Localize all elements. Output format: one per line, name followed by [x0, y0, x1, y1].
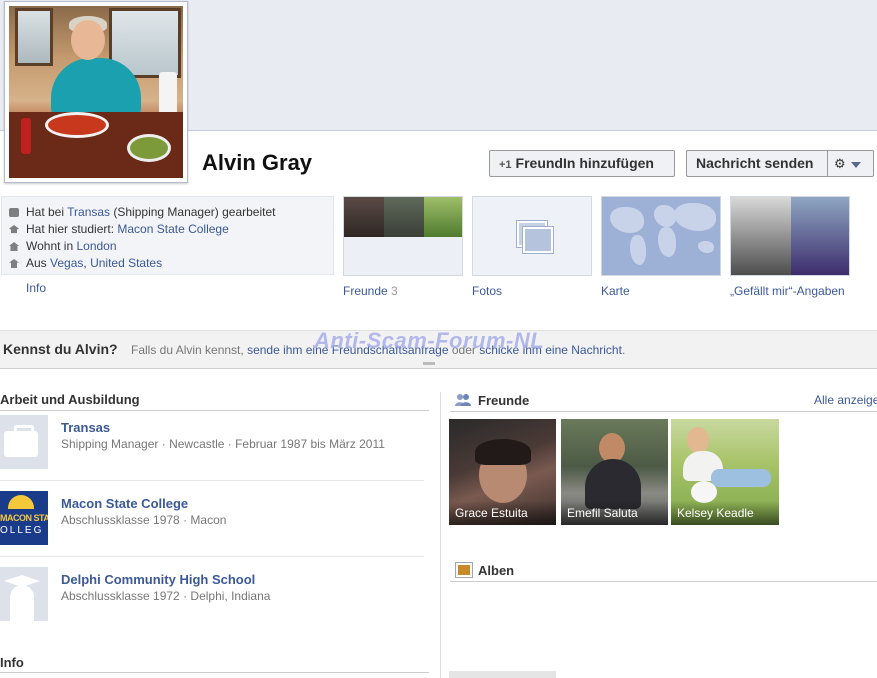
profile-name: Alvin Gray — [202, 150, 313, 175]
divider — [450, 581, 877, 582]
current-city-link[interactable]: London — [76, 239, 116, 253]
album-thumbnail[interactable] — [449, 671, 556, 678]
friend-thumbnail — [424, 197, 462, 237]
info-link[interactable]: Info — [26, 281, 46, 295]
profile-photo — [9, 6, 183, 178]
friends-tile[interactable] — [343, 196, 463, 276]
work-item-name[interactable]: Transas — [61, 420, 110, 435]
see-all-friends-link[interactable]: Alle anzeigen — [814, 393, 877, 407]
send-message-button[interactable]: Nachricht senden — [686, 150, 828, 177]
add-friend-label: FreundIn hinzufügen — [515, 155, 654, 171]
info-from: Aus Vegas, United States — [9, 255, 333, 272]
divider — [0, 410, 429, 411]
education-item-details: Abschlussklasse 1978 · Macon — [61, 513, 227, 527]
employer-link[interactable]: Transas — [67, 205, 110, 219]
info-study: Hat hier studiert: Macon State College — [9, 221, 333, 238]
friends-icon — [455, 394, 471, 406]
albums-icon — [456, 563, 472, 577]
add-friend-icon: +1 — [499, 159, 512, 171]
photo-stack-icon — [523, 227, 553, 253]
friend-thumbnail — [344, 197, 384, 237]
profile-picture[interactable] — [4, 1, 188, 183]
education-item-name[interactable]: Delphi Community High School — [61, 572, 255, 587]
graduation-cap-icon — [9, 225, 19, 234]
settings-dropdown-button[interactable]: ⚙ — [827, 150, 874, 177]
map-tile-label[interactable]: Karte — [601, 284, 630, 298]
school-link[interactable]: Macon State College — [117, 222, 228, 236]
friend-name[interactable]: Emefil Saluta — [561, 501, 668, 525]
gear-icon: ⚙ — [834, 156, 846, 171]
hometown-link[interactable]: Vegas — [50, 256, 83, 270]
photos-tile[interactable] — [472, 196, 592, 276]
graduation-cap-icon[interactable] — [0, 567, 48, 621]
education-item-name[interactable]: Macon State College — [61, 496, 188, 511]
friend-card[interactable]: Emefil Saluta — [561, 419, 668, 525]
photos-tile-label[interactable]: Fotos — [472, 284, 502, 298]
work-education-title: Arbeit und Ausbildung — [0, 392, 140, 407]
briefcase-icon[interactable] — [0, 415, 48, 469]
friend-card[interactable]: Grace Estuita — [449, 419, 556, 525]
profile-info-box: Hat bei Transas (Shipping Manager) gearb… — [1, 196, 334, 275]
education-item-details: Abschlussklasse 1972 · Delphi, Indiana — [61, 589, 271, 603]
info-lives: Wohnt in London — [9, 238, 333, 255]
add-friend-button[interactable]: +1 FreundIn hinzufügen — [489, 150, 675, 177]
friends-count: 3 — [391, 284, 398, 298]
column-divider — [440, 392, 441, 678]
friend-name[interactable]: Grace Estuita — [449, 501, 556, 525]
map-tile[interactable] — [601, 196, 721, 276]
know-person-title: Kennst du Alvin? — [3, 341, 118, 357]
divider — [450, 411, 877, 412]
divider — [0, 672, 429, 673]
like-thumbnail — [731, 197, 791, 275]
friend-thumbnail — [384, 197, 424, 237]
albums-section-title: Alben — [478, 563, 515, 578]
like-thumbnail — [791, 197, 849, 275]
divider — [0, 480, 424, 481]
watermark: Anti-Scam-Forum-NL — [314, 328, 545, 353]
briefcase-icon — [9, 208, 19, 217]
friends-tile-label[interactable]: Freunde 3 — [343, 284, 398, 298]
friends-section-title: Freunde — [478, 393, 530, 408]
college-logo[interactable]: MACON STA OLLEG — [0, 491, 48, 545]
education-item-delphi: Delphi Community High School Abschlusskl… — [0, 567, 424, 643]
country-link[interactable]: United States — [90, 256, 162, 270]
chevron-down-icon — [850, 161, 861, 168]
likes-tile-label[interactable]: „Gefällt mir“-Angaben — [730, 284, 845, 298]
info-section-title: Info — [0, 655, 24, 670]
likes-tile[interactable] — [730, 196, 850, 276]
info-work: Hat bei Transas (Shipping Manager) gearb… — [9, 204, 333, 221]
hometown-icon — [9, 259, 19, 268]
work-item-details: Shipping Manager · Newcastle · Februar 1… — [61, 437, 385, 451]
divider — [0, 556, 424, 557]
friend-card[interactable]: Kelsey Keadle — [671, 419, 779, 525]
house-icon — [9, 242, 19, 251]
friend-name[interactable]: Kelsey Keadle — [671, 501, 779, 525]
collapse-handle[interactable] — [423, 362, 435, 365]
